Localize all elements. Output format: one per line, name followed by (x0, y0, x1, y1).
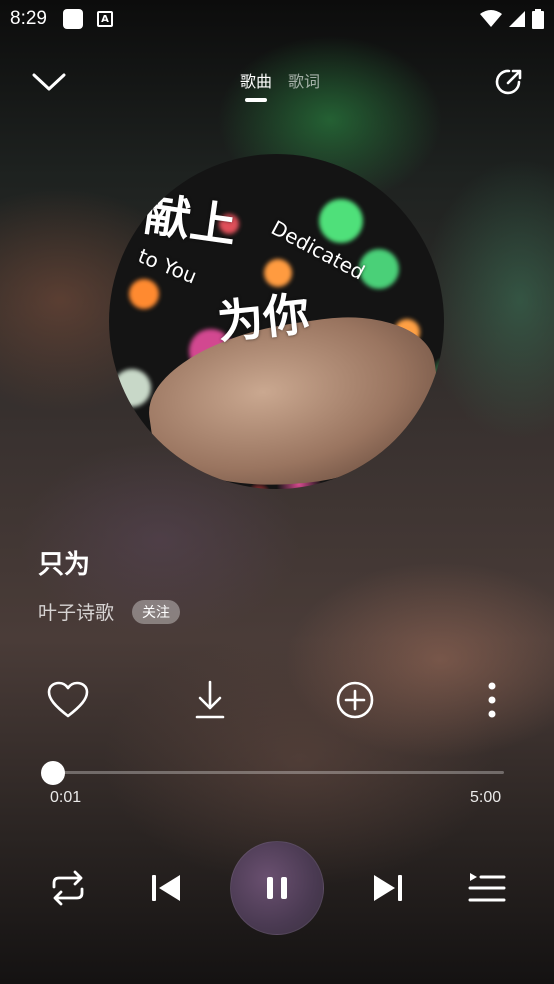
previous-button[interactable] (143, 866, 187, 910)
repeat-icon (52, 870, 84, 906)
heart-icon (47, 681, 89, 718)
signal-icon (509, 11, 525, 27)
current-time: 0:01 (50, 789, 82, 806)
download-button[interactable] (186, 676, 234, 724)
collapse-button[interactable] (29, 62, 69, 102)
status-bar: 8:29 A (0, 0, 554, 38)
progress-slider[interactable] (41, 761, 504, 785)
status-time: 8:29 (10, 8, 47, 29)
progress-thumb[interactable] (41, 761, 66, 785)
pause-icon (267, 877, 287, 899)
battery-icon (532, 9, 544, 29)
add-circle-icon (336, 681, 374, 719)
play-pause-button[interactable] (230, 841, 324, 935)
artist-name[interactable]: 叶子诗歌 (38, 598, 114, 625)
chevron-down-icon (32, 73, 66, 91)
bokeh-light (113, 369, 151, 407)
tab-lyrics[interactable]: 歌词 (288, 68, 320, 102)
skip-next-icon (374, 875, 402, 901)
notification-icon (62, 9, 83, 29)
blurred-background (0, 0, 554, 984)
song-title: 只为 (38, 550, 91, 580)
tab-song[interactable]: 歌曲 (240, 68, 272, 102)
tab-lyrics-label: 歌词 (288, 72, 321, 91)
bokeh-light (319, 199, 363, 243)
bokeh-light (129, 279, 159, 309)
album-title-zh-top: 献上 (141, 186, 240, 254)
album-title-zh-bottom: 为你 (214, 286, 312, 350)
download-icon (195, 680, 225, 719)
share-button[interactable] (489, 62, 529, 102)
playlist-icon (468, 873, 506, 902)
tab-active-indicator (245, 98, 267, 102)
skip-previous-icon (152, 875, 180, 901)
font-notification-icon: A (96, 11, 113, 27)
wifi-icon (480, 10, 502, 27)
album-art: 献上 Dedicated to You 为你 (109, 154, 444, 489)
tab-song-label: 歌曲 (240, 72, 273, 91)
player-header: 歌曲 歌词 (0, 56, 554, 106)
next-button[interactable] (367, 866, 411, 910)
follow-button[interactable]: 关注 (132, 599, 181, 624)
like-button[interactable] (44, 676, 92, 724)
more-options-button[interactable] (468, 676, 516, 724)
share-icon (495, 69, 522, 95)
total-time: 5:00 (470, 789, 502, 806)
repeat-button[interactable] (46, 866, 90, 910)
artist-row: 叶子诗歌 关注 (38, 598, 181, 625)
more-vertical-icon (488, 682, 496, 718)
add-to-playlist-button[interactable] (331, 676, 379, 724)
player-tabs: 歌曲 歌词 (240, 68, 320, 102)
playlist-button[interactable] (464, 866, 508, 910)
